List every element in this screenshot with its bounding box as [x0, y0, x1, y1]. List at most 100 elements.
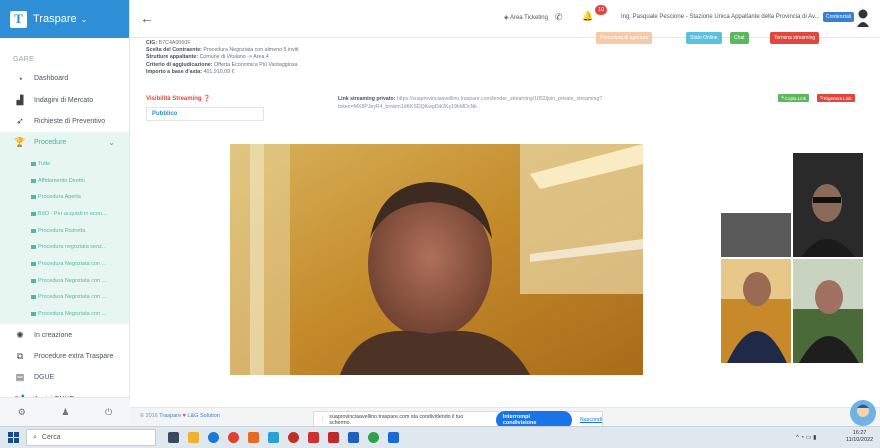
clock-time: 16:27	[852, 430, 867, 436]
back-arrow-icon[interactable]: ←	[140, 10, 154, 26]
sidebar-item-in-creazione[interactable]: ✺ In creazione	[0, 324, 129, 345]
participant-video[interactable]	[793, 259, 863, 363]
sidebar-item-procedure-extra-traspare[interactable]: ⧉ Procedure extra Traspare	[0, 346, 129, 367]
submenu-item-label: Tutte	[38, 160, 51, 167]
submenu-item[interactable]: Procedura Negoziata con ...	[0, 256, 129, 273]
submenu-item-label: Procedura Ristretta	[38, 227, 86, 234]
traspare-logo: T	[10, 10, 27, 28]
phone-icon[interactable]: ✆	[555, 12, 563, 23]
copy-link-button[interactable]: ✎ Copia Link	[778, 94, 810, 102]
windows-start-icon[interactable]	[8, 432, 19, 443]
action-button-stato-online[interactable]: Stato Online	[686, 32, 722, 44]
sidebar-item-dashboard[interactable]: ◔ Dashboard	[0, 68, 129, 89]
submenu-item-label: Procedura negoziata senz...	[38, 244, 107, 251]
action-button-label: Stato Online	[690, 35, 718, 41]
user-icon[interactable]: ♟	[61, 407, 69, 418]
spinner-icon: ✺	[16, 329, 24, 340]
scelta-value: Procedura Negoziata con almeno 5 inviti	[203, 47, 299, 54]
list-icon	[31, 161, 36, 166]
avatar[interactable]	[856, 8, 870, 28]
submenu-item[interactable]: Procedura Aperta	[0, 189, 129, 206]
power-icon[interactable]: ⏻	[105, 407, 112, 418]
taskbar-clock[interactable]: 16:27 11/10/2022	[846, 430, 873, 444]
user-name[interactable]: Ing. Pasquale Pescione - Stazione Unica …	[621, 14, 820, 20]
link-token: token=MX8PJeyR4_bmixm1dKKSDQKwgDik2Ky19b…	[338, 104, 477, 110]
settings-icon[interactable]: ⚙	[18, 407, 26, 418]
visibility-select[interactable]: Pubblico	[146, 107, 264, 121]
file-explorer-icon[interactable]	[188, 432, 199, 443]
whatsapp-icon[interactable]	[368, 432, 379, 443]
credentials-button[interactable]: Credenziali	[823, 12, 855, 22]
chevron-down-icon: ⌄	[80, 14, 88, 24]
action-button-procedura-di-apertura[interactable]: Procedura di apertura	[596, 32, 653, 44]
heart-icon: ♥	[182, 413, 186, 419]
app-icon[interactable]	[288, 432, 299, 443]
store-icon[interactable]	[248, 432, 259, 443]
submenu-item[interactable]: Procedura Negoziata con ...	[0, 272, 129, 289]
submenu-item[interactable]: Procedura Ristretta	[0, 222, 129, 239]
participant-video[interactable]	[721, 153, 791, 257]
mascot-icon[interactable]	[848, 398, 878, 428]
submenu-item-label: Procedura Negoziata con ...	[38, 277, 107, 284]
sidebar-item-label: Procedure extra Traspare	[34, 353, 114, 361]
participant-video[interactable]	[793, 153, 863, 257]
taskbar-search[interactable]: ⌕ Cerca	[26, 429, 156, 446]
sidebar-item-label: In creazione	[34, 331, 73, 339]
pdf-icon[interactable]	[308, 432, 319, 443]
sidebar-item-dgue[interactable]: ▤ DGUE	[0, 367, 129, 388]
cig-label: CIG:	[146, 40, 158, 46]
scelta-label: Scelta del Contraente:	[146, 47, 202, 54]
app2-icon[interactable]	[328, 432, 339, 443]
action-button-label: Chat	[734, 35, 745, 41]
edge-icon[interactable]	[208, 432, 219, 443]
sidebar-item-label: Dashboard	[34, 75, 69, 83]
sidebar-item-label: Richieste di Preventivo	[34, 117, 106, 125]
action-button-chat[interactable]: Chat	[730, 32, 749, 44]
chrome-icon[interactable]	[228, 432, 239, 443]
submenu-item[interactable]: Procedura negoziata senz...	[0, 239, 129, 256]
main-video-feed	[230, 144, 643, 375]
taskbar: ⌕ Cerca ^ ◔ ▭ ▮ 16:27 11/10/2022	[0, 426, 880, 448]
brand-bar[interactable]: T Traspare ⌄	[0, 0, 129, 38]
list-icon	[31, 211, 36, 216]
sidebar-section-title: GARE	[13, 56, 35, 63]
hide-button[interactable]: Nascondi	[580, 417, 602, 423]
word-icon[interactable]	[388, 432, 399, 443]
submenu-item[interactable]: Affidamento Diretto	[0, 172, 129, 189]
submenu-item-label: Procedura Negoziata con ...	[38, 261, 107, 268]
submenu-item[interactable]: Procedura Negoziata con ...	[0, 306, 129, 323]
list-icon	[31, 228, 36, 233]
company-link[interactable]: L&G Solution	[187, 413, 219, 419]
criterio-value: Offerta Economica Più Vantaggiosa	[214, 61, 298, 68]
mail-icon[interactable]	[268, 432, 279, 443]
submenu-item[interactable]: Procedura Negoziata con ...	[0, 289, 129, 306]
task-view-icon[interactable]	[168, 432, 179, 443]
copyright-year: © 2016	[140, 413, 158, 419]
private-link: Link streaming privato: https://suaprovi…	[338, 95, 668, 111]
submenu-item[interactable]: BdO - Per acquisti in econ...	[0, 206, 129, 223]
send-icon: ➶	[16, 115, 24, 126]
participant-video[interactable]	[721, 259, 791, 363]
list-icon	[31, 245, 36, 250]
system-tray[interactable]: ^ ◔ ▭ ▮	[796, 434, 816, 441]
outlook-icon[interactable]	[348, 432, 359, 443]
sidebar-item-procedure[interactable]: 🏆 Procedure ⌄	[0, 132, 129, 154]
submenu-item[interactable]: Tutte	[0, 156, 129, 173]
help-icon[interactable]: ❓	[203, 96, 210, 102]
submenu-item-label: Affidamento Diretto	[38, 177, 85, 184]
traspare-link[interactable]: Traspare	[159, 413, 181, 419]
action-button-termina-streaming[interactable]: Termina streaming	[770, 32, 820, 44]
sidebar-item-indagini-di-mercato[interactable]: ▟ Indagini di Mercato	[0, 89, 129, 110]
submenu-item-label: BdO - Per acquisti in econ...	[38, 210, 107, 217]
sidebar-item-richieste-di-preventivo[interactable]: ➶ Richieste di Preventivo	[0, 111, 129, 132]
bell-icon[interactable]: 🔔	[582, 11, 593, 22]
list-icon	[31, 195, 36, 200]
area-ticketing-link[interactable]: ◈ Area Ticketing	[504, 14, 548, 21]
content-footer: © 2016 Traspare ♥ L&G Solution ⋮ suaprov…	[130, 400, 880, 429]
app-window: T Traspare ⌄ GARE ◔ Dashboard ▟ Indagini di…	[0, 0, 880, 429]
list-icon	[31, 295, 36, 300]
submenu-item-label: Procedura Aperta	[38, 194, 81, 201]
clock-date: 11/10/2022	[846, 437, 874, 443]
regenerate-link-button[interactable]: ↻ Rigenera Link	[817, 94, 855, 102]
link-url[interactable]: https://suaprovinciaavellino.traspare.co…	[397, 96, 602, 102]
